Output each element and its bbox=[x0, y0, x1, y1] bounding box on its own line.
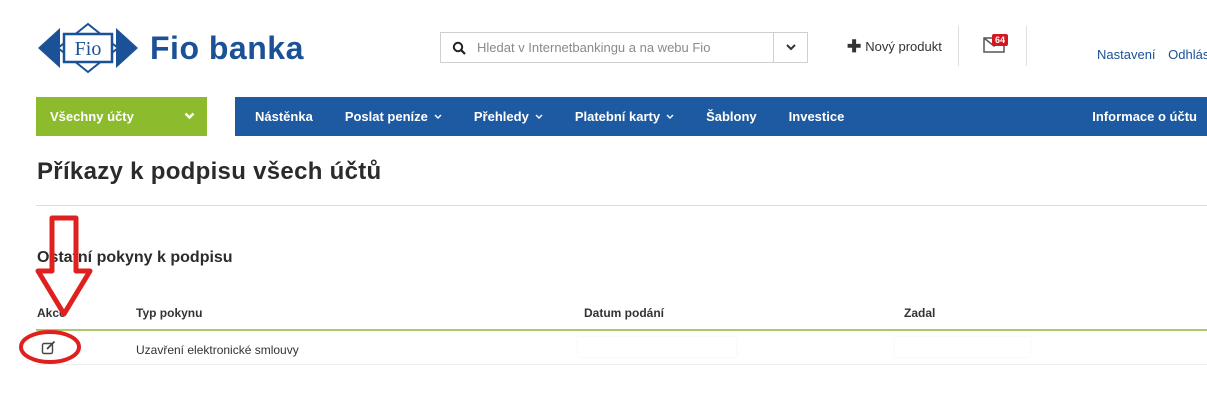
nav-item-cards[interactable]: Platební karty bbox=[559, 97, 690, 136]
fio-logo-icon: Fio bbox=[38, 22, 138, 74]
accounts-select-label: Všechny účty bbox=[50, 109, 134, 124]
annotation-circle-icon bbox=[19, 330, 81, 364]
column-header-type: Typ pokynu bbox=[136, 306, 203, 320]
nav-item-send-money[interactable]: Poslat peníze bbox=[329, 97, 458, 136]
redacted-date-cell bbox=[578, 337, 736, 357]
logout-link[interactable]: Odhlásit bbox=[1168, 47, 1207, 62]
page-title: Příkazy k podpisu všech účtů bbox=[37, 158, 382, 185]
accounts-select[interactable]: Všechny účty bbox=[36, 97, 207, 136]
table-header-line bbox=[36, 329, 1207, 331]
row-type-cell: Uzavření elektronické smlouvy bbox=[136, 343, 299, 357]
annotation-arrow-icon bbox=[35, 215, 93, 317]
chevron-down-icon bbox=[785, 44, 796, 51]
logo-mark-text: Fio bbox=[75, 38, 102, 60]
nav-item-dashboard[interactable]: Nástěnka bbox=[235, 97, 329, 136]
search-icon[interactable] bbox=[441, 41, 477, 55]
new-product-button[interactable]: ✚ Nový produkt bbox=[847, 38, 942, 55]
search-dropdown-button[interactable] bbox=[773, 33, 807, 62]
search-box bbox=[440, 32, 808, 63]
row-divider bbox=[36, 364, 1207, 365]
chevron-down-icon bbox=[535, 114, 543, 119]
mail-count-badge: 64 bbox=[992, 34, 1009, 46]
chevron-down-icon bbox=[184, 112, 195, 120]
top-links: Nastavení Odhlásit bbox=[1097, 47, 1207, 62]
brand-name: Fio banka bbox=[150, 29, 304, 66]
column-header-entered-by: Zadal bbox=[904, 306, 936, 320]
column-header-date: Datum podání bbox=[584, 306, 664, 320]
divider bbox=[36, 205, 1207, 206]
redacted-entered-by-cell bbox=[895, 337, 1030, 357]
chevron-down-icon bbox=[434, 114, 442, 119]
header-divider bbox=[958, 26, 959, 66]
main-nav: Nástěnka Poslat peníze Přehledy Platební… bbox=[235, 97, 1207, 136]
chevron-down-icon bbox=[666, 114, 674, 119]
plus-icon: ✚ bbox=[847, 37, 862, 56]
nav-item-overviews[interactable]: Přehledy bbox=[458, 97, 559, 136]
settings-link[interactable]: Nastavení bbox=[1097, 47, 1156, 62]
header-divider bbox=[1026, 26, 1027, 66]
fio-logo[interactable]: Fio Fio banka bbox=[38, 22, 304, 74]
search-input[interactable] bbox=[477, 33, 773, 62]
nav-item-templates[interactable]: Šablony bbox=[690, 97, 773, 136]
new-product-label: Nový produkt bbox=[865, 39, 942, 54]
nav-item-account-info[interactable]: Informace o účtu bbox=[1076, 97, 1207, 136]
nav-item-investments[interactable]: Investice bbox=[773, 97, 861, 136]
